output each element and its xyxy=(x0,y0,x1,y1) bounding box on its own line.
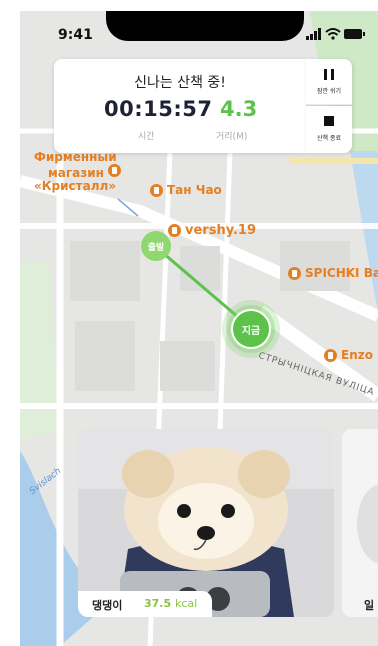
poi-store-line2: магазин xyxy=(34,164,125,180)
wifi-icon xyxy=(325,28,341,40)
screen-frame: Фирменный магазин «Кристалл» Тан Чао ver… xyxy=(0,0,378,646)
pause-label: 잠깐 쉬기 xyxy=(317,88,341,95)
signal-icon xyxy=(306,28,321,40)
elapsed-time: 00:15:57 xyxy=(104,97,213,121)
restaurant-icon xyxy=(288,266,301,280)
walk-distance: 4.3 xyxy=(220,97,258,121)
phone-screen: Фирменный магазин «Кристалл» Тан Чао ver… xyxy=(20,11,378,646)
notch xyxy=(106,11,304,41)
dog-calories: 37.5 kcal xyxy=(144,597,198,610)
poi-tan-chao[interactable]: Тан Чао xyxy=(150,183,222,197)
poi-store-line3: «Кристалл» xyxy=(34,179,117,193)
walk-distance-label: 거리(M) xyxy=(216,132,248,142)
stop-icon xyxy=(324,116,334,126)
stop-walk-label: 산책 종료 xyxy=(317,135,341,142)
stop-walk-button[interactable]: 산책 종료 xyxy=(306,106,352,153)
restaurant-icon xyxy=(150,183,163,197)
status-time: 9:41 xyxy=(58,27,93,43)
poi-enzo-label: Enzo xyxy=(341,348,373,362)
start-marker: 출발 xyxy=(141,231,171,261)
poi-store[interactable]: Фирменный магазин «Кристалл» xyxy=(34,151,125,193)
battery-icon xyxy=(344,29,365,39)
store-icon xyxy=(108,164,122,177)
dog-card-2[interactable]: 일 xyxy=(342,429,378,617)
dog-name: 댕댕이 xyxy=(92,599,123,612)
walk-title: 신나는 산책 중! xyxy=(134,75,226,91)
dog-photo-2 xyxy=(342,429,378,617)
poi-spichki-label: SPICHKI Ba xyxy=(305,266,378,280)
poi-enzo[interactable]: Enzo xyxy=(324,348,373,362)
cafe-icon xyxy=(168,224,181,237)
current-location-marker: 지금 xyxy=(231,309,271,349)
dog-photo xyxy=(78,429,334,617)
elapsed-time-label: 시간 xyxy=(138,132,155,142)
poi-vershy[interactable]: vershy.19 xyxy=(168,223,256,238)
walk-info-card: 신나는 산책 중! 00:15:57 4.3 시간 거리(M) xyxy=(54,59,306,153)
poi-spichki[interactable]: SPICHKI Ba xyxy=(288,266,378,280)
pause-button[interactable]: 잠깐 쉬기 xyxy=(306,59,352,105)
dog-card[interactable]: 댕댕이 37.5 kcal xyxy=(78,429,334,617)
poi-tan-chao-label: Тан Чао xyxy=(167,183,222,197)
poi-vershy-label: vershy.19 xyxy=(185,223,257,238)
dog-info-label: 댕댕이 37.5 kcal xyxy=(78,591,212,617)
status-bar: 9:41 xyxy=(20,11,378,55)
dog-name-2: 일 xyxy=(364,599,375,612)
pause-icon xyxy=(324,69,334,80)
status-icons xyxy=(306,28,365,40)
restaurant-icon xyxy=(324,348,337,362)
